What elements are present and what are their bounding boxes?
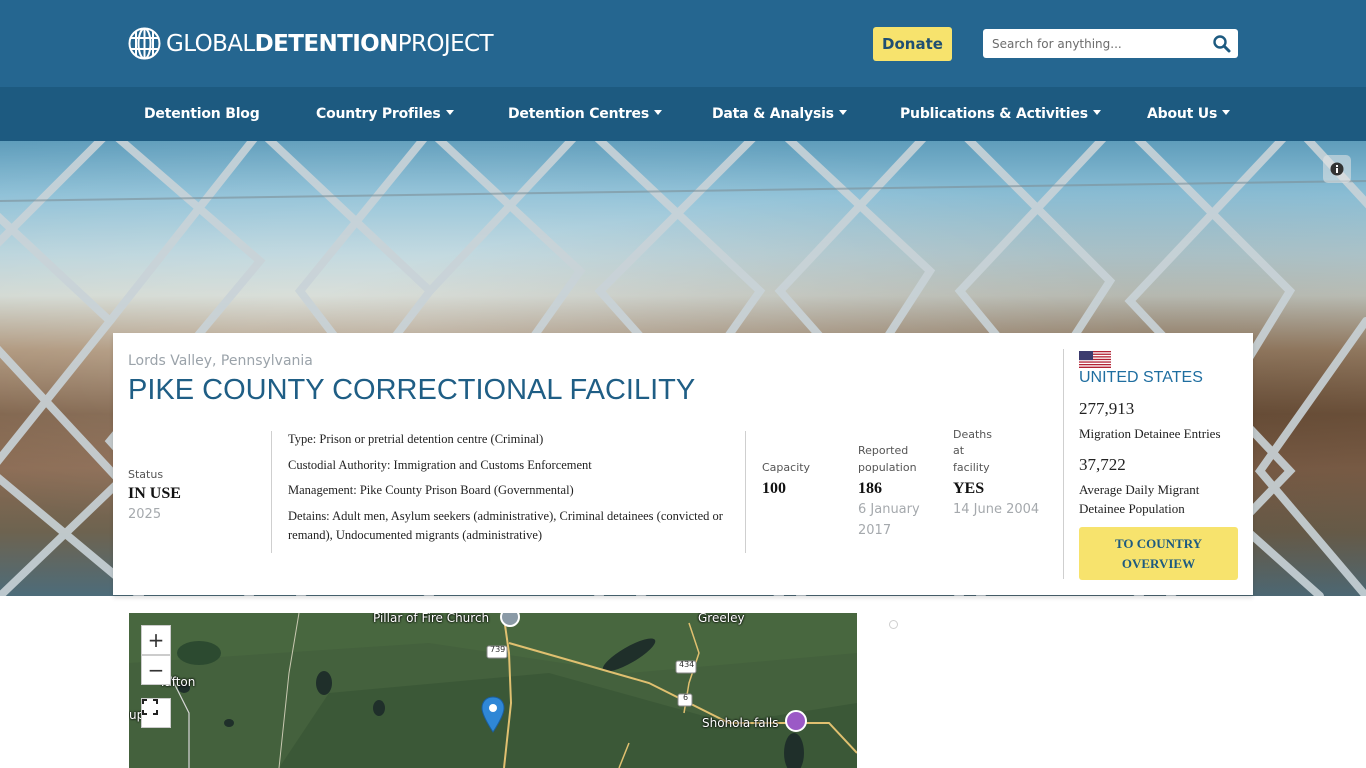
loading-indicator [889, 620, 898, 629]
search-box [983, 29, 1238, 58]
caret-down-icon [653, 109, 662, 115]
divider [745, 431, 746, 553]
main-nav: Detention Blog Country Profiles Detentio… [0, 87, 1366, 141]
entries-value: 277,913 [1079, 399, 1135, 418]
nav-detention-blog[interactable]: Detention Blog [144, 87, 260, 141]
route-shield: 739 [490, 645, 506, 654]
capacity-value: 100 [762, 480, 786, 497]
fullscreen-icon [142, 699, 158, 715]
search-input[interactable] [983, 29, 1203, 58]
caret-down-icon [1222, 109, 1231, 115]
daily-population-label: Detainee Population [1079, 501, 1185, 516]
globe-icon [128, 27, 161, 60]
capacity-label: Capacity [762, 461, 811, 474]
country-name-link[interactable]: UNITED STATES [1079, 369, 1203, 387]
caret-down-icon [838, 109, 847, 115]
facility-location: Lords Valley, Pennsylvania [128, 353, 313, 369]
nav-detention-centres[interactable]: Detention Centres [508, 87, 662, 141]
reported-population-label: Reported [858, 444, 909, 457]
fullscreen-button[interactable] [141, 698, 171, 728]
reported-population-value: 186 [858, 480, 882, 497]
route-shield: 6 [683, 693, 689, 702]
entries-label: Migration Detainee Entries [1079, 426, 1221, 441]
donate-button[interactable]: Donate [873, 27, 952, 61]
site-logo[interactable]: GLOBALDETENTIONPROJECT [128, 27, 494, 60]
route-shield: 434 [679, 660, 695, 669]
deaths-label: facility [953, 461, 990, 474]
location-pin-icon[interactable] [481, 696, 505, 734]
reported-population-date: 2017 [858, 523, 892, 538]
site-header: GLOBALDETENTIONPROJECT Donate [0, 0, 1366, 87]
zoom-out-button[interactable]: − [141, 655, 171, 685]
custodial-authority: Custodial Authority: Immigration and Cus… [288, 458, 592, 472]
image-info-button[interactable] [1323, 155, 1351, 183]
facility-map[interactable]: Pillar of Fire Church Greeley Tafton up … [129, 613, 857, 768]
us-flag-icon [1079, 351, 1111, 368]
nav-country-profiles[interactable]: Country Profiles [316, 87, 454, 141]
map-label-shohola-falls: Shohola falls [702, 716, 779, 730]
facility-type: Type: Prison or pretrial detention centr… [288, 432, 544, 446]
caret-down-icon [445, 109, 454, 115]
deaths-date: 14 June 2004 [953, 502, 1040, 517]
satellite-terrain [129, 613, 857, 768]
daily-population-label: Average Daily Migrant [1079, 482, 1200, 497]
divider [1063, 349, 1064, 579]
nav-publications-activities[interactable]: Publications & Activities [900, 87, 1101, 141]
deaths-label: Deaths [953, 428, 992, 441]
status-label: Status [128, 468, 164, 481]
map-label-church: Pillar of Fire Church [373, 613, 490, 625]
facility-title: PIKE COUNTY CORRECTIONAL FACILITY [128, 374, 696, 406]
map-label-greeley: Greeley [698, 613, 745, 625]
divider [271, 431, 272, 553]
zoom-in-button[interactable]: + [141, 625, 171, 655]
reported-population-date: 6 January [858, 502, 920, 517]
country-overview-button[interactable]: TO COUNTRY OVERVIEW [1079, 527, 1238, 580]
status-value: IN USE [128, 485, 181, 502]
deaths-value: YES [953, 480, 985, 497]
nav-about-us[interactable]: About Us [1147, 87, 1231, 141]
detains: Detains: Adult men, Asylum seekers (admi… [288, 509, 723, 542]
status-year: 2025 [128, 507, 162, 522]
logo-wordmark: GLOBALDETENTIONPROJECT [166, 30, 494, 57]
deaths-label: at [953, 444, 965, 457]
management: Management: Pike County Prison Board (Go… [288, 483, 574, 497]
info-icon [1330, 162, 1344, 176]
reported-population-label: population [858, 461, 917, 474]
facility-card: Lords Valley, Pennsylvania PIKE COUNTY C… [113, 333, 1253, 595]
daily-population-value: 37,722 [1079, 455, 1126, 474]
nav-data-analysis[interactable]: Data & Analysis [712, 87, 847, 141]
caret-down-icon [1092, 109, 1101, 115]
search-icon[interactable] [1212, 34, 1232, 54]
